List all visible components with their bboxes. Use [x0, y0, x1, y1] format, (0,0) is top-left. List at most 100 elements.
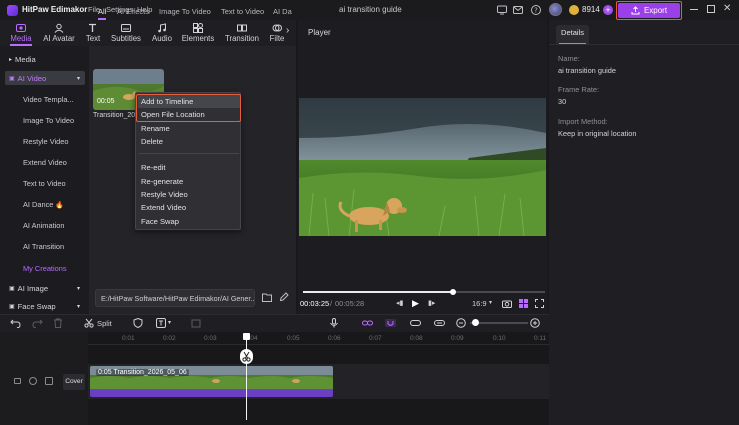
sidebar-item-image-to-video[interactable]: Image To Video — [23, 116, 74, 125]
sidebar-item-text-to-video[interactable]: Text to Video — [23, 179, 66, 188]
undo-icon[interactable] — [10, 318, 21, 328]
highlight-box — [136, 94, 241, 122]
sidebar-item-video-templates[interactable]: Video Templa... — [23, 95, 74, 104]
cover-button[interactable]: Cover — [63, 374, 85, 390]
chevron-down-icon[interactable]: ▾ — [489, 299, 492, 306]
sidebar-item-restyle-video[interactable]: Restyle Video — [23, 137, 68, 146]
minimize-icon[interactable] — [690, 9, 698, 10]
app-logo-icon — [7, 5, 18, 16]
progress-handle[interactable] — [450, 289, 457, 295]
link-icon[interactable] — [362, 318, 373, 328]
mail-icon[interactable] — [513, 5, 523, 15]
filter-tab-ai-effects[interactable]: AI Effects — [117, 7, 149, 16]
scissors-icon — [242, 351, 251, 362]
playhead-split-button[interactable] — [240, 349, 253, 364]
playhead-handle[interactable] — [243, 333, 250, 340]
chevron-right-icon: ▸ — [9, 56, 13, 63]
export-button[interactable]: Export — [616, 1, 682, 20]
chevron-down-icon[interactable]: ▾ — [168, 319, 171, 326]
ctx-re-edit[interactable]: Re-edit — [141, 163, 165, 172]
ruler-tick: 0:06 — [328, 335, 341, 342]
filter-tab-all[interactable]: All — [98, 7, 107, 20]
ruler-tick: 0:05 — [287, 335, 300, 342]
aspect-ratio-select[interactable]: 16:9 — [472, 299, 487, 308]
maximize-icon[interactable] — [707, 5, 715, 13]
edit-pen-icon[interactable] — [279, 292, 289, 302]
help-icon[interactable]: ? — [531, 5, 541, 15]
fit-icon[interactable] — [410, 318, 421, 328]
zoom-out-icon[interactable] — [456, 318, 467, 328]
sidebar-item-ai-transition[interactable]: AI Transition — [23, 242, 64, 251]
sidebar-head-ai-image[interactable]: ▣ AI Image ▾ — [5, 281, 85, 295]
filter-tab-image-to-video[interactable]: Image To Video — [159, 7, 211, 16]
time-separator: / — [330, 299, 333, 308]
ctx-face-swap[interactable]: Face Swap — [141, 217, 179, 226]
ruler-tick: 0:07 — [369, 335, 382, 342]
tab-subtitles[interactable]: Subtitles — [108, 20, 144, 46]
app-name: HitPaw Edimakor — [22, 5, 88, 14]
shield-icon[interactable] — [133, 318, 144, 328]
ctx-delete[interactable]: Delete — [141, 137, 163, 146]
sidebar-item-my-creations[interactable]: My Creations — [23, 264, 67, 273]
tab-ai-avatar[interactable]: AI Avatar — [40, 20, 78, 46]
user-avatar[interactable] — [549, 3, 562, 16]
ctx-re-generate[interactable]: Re-generate — [141, 177, 183, 186]
fullscreen-icon[interactable] — [535, 299, 544, 308]
zoom-in-icon[interactable] — [530, 318, 541, 328]
ctx-extend-video[interactable]: Extend Video — [141, 203, 186, 212]
redo-icon[interactable] — [32, 318, 43, 328]
tab-elements[interactable]: Elements — [180, 20, 216, 46]
delete-icon[interactable] — [53, 318, 64, 328]
tab-media[interactable]: Media — [7, 20, 35, 46]
folder-icon[interactable] — [262, 293, 272, 302]
tab-filter[interactable]: Filte — [266, 20, 288, 46]
crop-icon[interactable] — [191, 318, 202, 328]
file-path-field[interactable]: E:/HitPaw Software/HitPaw Edimakor/AI Ge… — [95, 289, 255, 307]
ai-avatar-icon — [54, 23, 64, 33]
sidebar-item-extend-video[interactable]: Extend Video — [23, 158, 67, 167]
ruler-tick: 0:01 — [122, 335, 135, 342]
screen-icon[interactable] — [497, 5, 507, 15]
zoom-slider-handle[interactable] — [472, 319, 479, 326]
play-icon[interactable]: ▶ — [412, 298, 419, 309]
video-preview[interactable] — [299, 98, 546, 236]
filter-icon — [272, 24, 282, 32]
ruler-baseline — [88, 344, 549, 345]
split-button[interactable]: Split — [97, 319, 112, 328]
ctx-rename[interactable]: Rename — [141, 124, 170, 133]
sidebar-item-ai-dance[interactable]: AI Dance 🔥 — [23, 200, 64, 209]
sidebar-head-media[interactable]: ▸ Media — [5, 52, 85, 66]
detail-framerate-value: 30 — [558, 97, 567, 106]
snapshot-icon[interactable] — [502, 299, 512, 308]
track-lock-icon[interactable] — [45, 377, 53, 385]
media-icon — [16, 24, 26, 32]
current-time: 00:03:25 — [300, 299, 330, 308]
sidebar-head-face-swap[interactable]: ▣ Face Swap ▾ — [5, 300, 85, 313]
close-icon[interactable]: ✕ — [723, 3, 731, 14]
text-tool-icon[interactable] — [156, 318, 167, 328]
chevron-down-icon: ▾ — [76, 285, 80, 292]
next-frame-icon[interactable]: ▮▸ — [428, 299, 435, 307]
microphone-icon[interactable] — [329, 318, 340, 328]
sidebar-item-ai-animation[interactable]: AI Animation — [23, 221, 65, 230]
details-panel — [549, 20, 739, 425]
grid-view-icon[interactable] — [519, 299, 528, 308]
track-video-icon[interactable] — [14, 378, 21, 384]
tab-audio[interactable]: Audio — [149, 20, 175, 46]
track-link-icon[interactable] — [434, 318, 445, 328]
tab-transition[interactable]: Transition — [222, 20, 262, 46]
scissors-icon[interactable] — [84, 318, 95, 328]
export-icon — [631, 6, 640, 15]
filter-tab-ai-dance[interactable]: AI Da — [273, 7, 295, 16]
track-visibility-icon[interactable] — [29, 377, 37, 385]
clip-label: 0:05 Transition_2026_05_06 — [96, 369, 189, 376]
tab-text[interactable]: Text — [82, 20, 104, 46]
magnet-icon[interactable] — [385, 318, 396, 328]
filter-tab-text-to-video[interactable]: Text to Video — [221, 7, 264, 16]
sidebar-head-ai-video[interactable]: ▣ AI Video ▾ — [5, 71, 85, 85]
tab-details[interactable]: Details — [556, 25, 589, 44]
prev-frame-icon[interactable]: ◂▮ — [396, 299, 403, 307]
ctx-restyle-video[interactable]: Restyle Video — [141, 190, 188, 199]
add-credits-button[interactable]: + — [603, 5, 613, 15]
tabs-next-icon[interactable]: › — [286, 25, 289, 36]
